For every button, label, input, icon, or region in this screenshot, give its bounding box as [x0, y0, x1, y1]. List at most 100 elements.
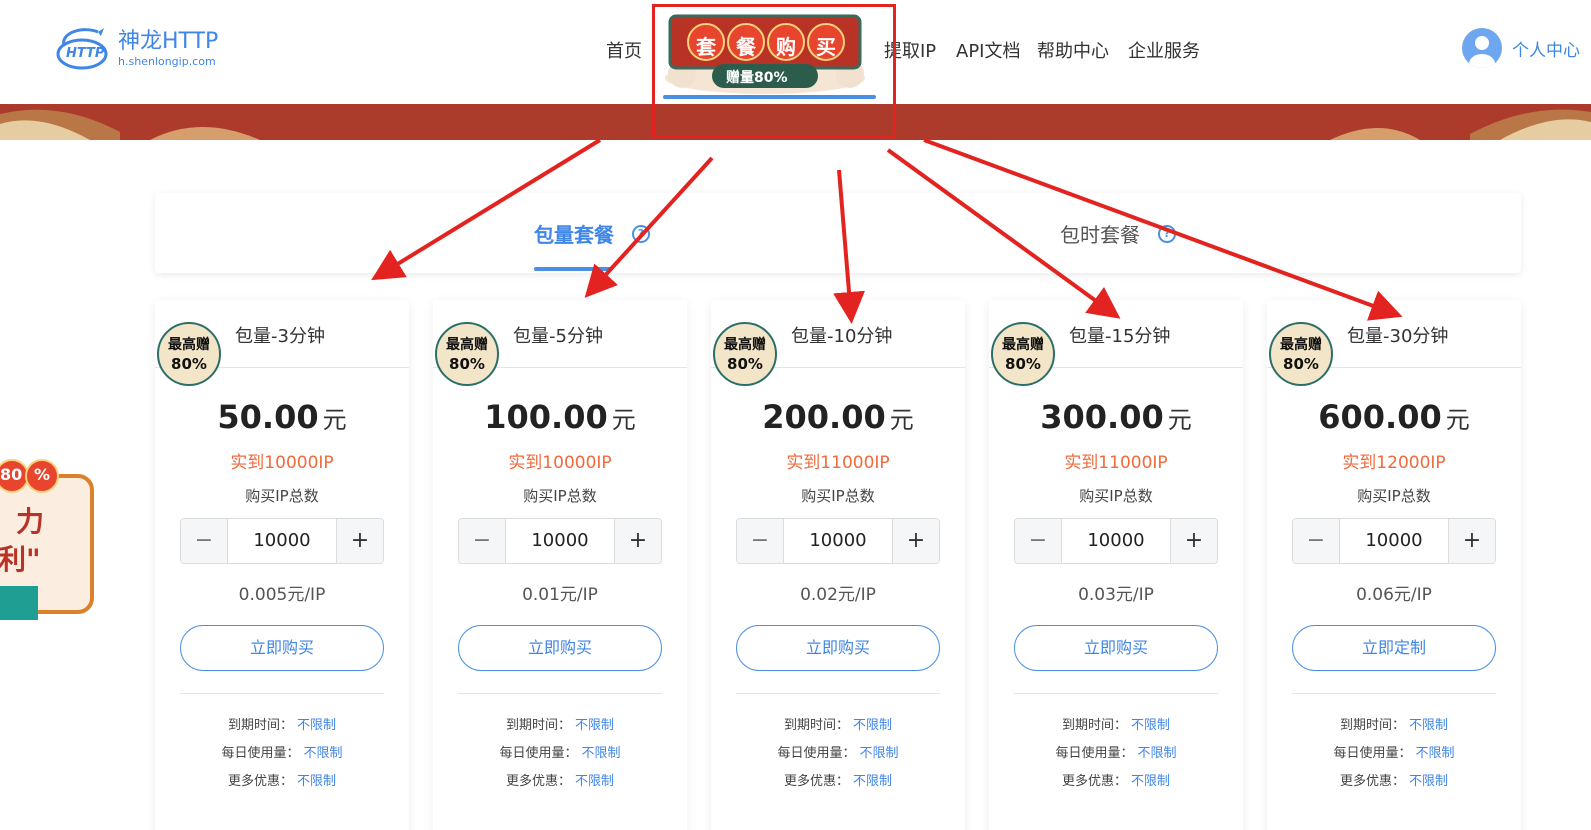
minus-icon[interactable]: −	[459, 519, 505, 563]
quantity-input[interactable]: 10000	[227, 519, 337, 563]
badge-line2: 80%	[449, 355, 485, 373]
info-daily-row: 每日使用量： 不限制	[155, 740, 409, 768]
package-card: 最高赠 80% 包量-15分钟 300.00 元 实到11000IP 购买IP总数…	[989, 300, 1243, 830]
card-price: 600.00 元	[1267, 398, 1521, 436]
tab-volume-package[interactable]: 包量套餐 ?	[534, 219, 650, 248]
user-center[interactable]: 个人中心	[1462, 28, 1580, 68]
ip-total-label: 购买IP总数	[245, 487, 319, 505]
price-amount: 600.00	[1318, 398, 1442, 436]
info-daily-value: 不限制	[1415, 746, 1455, 761]
quantity-stepper: − 10000 +	[458, 518, 662, 564]
quantity-input[interactable]: 10000	[1339, 519, 1449, 563]
buy-button[interactable]: 立即购买	[736, 625, 940, 671]
quantity-stepper: − 10000 +	[1292, 518, 1496, 564]
price-amount: 300.00	[1040, 398, 1164, 436]
tab-time-package[interactable]: 包时套餐 ?	[1060, 219, 1176, 248]
info-more-label: 更多优惠：	[505, 774, 571, 789]
card-header: 最高赠 80% 包量-15分钟	[989, 300, 1243, 386]
actual-ip-count: 实到10000IP	[508, 453, 612, 473]
price-unit: 元	[611, 406, 636, 434]
info-circle-icon[interactable]: ?	[1158, 224, 1176, 243]
plus-icon[interactable]: +	[337, 519, 383, 563]
page: HTTP 神龙HTTP h.shenlongip.com 首页 套 餐 购 买 …	[0, 0, 1591, 830]
plus-icon[interactable]: +	[1171, 519, 1217, 563]
buy-button[interactable]: 立即购买	[1014, 625, 1218, 671]
nav-item-help-center[interactable]: 帮助中心	[1037, 37, 1109, 63]
unit-price: 0.06元/IP	[1356, 585, 1432, 605]
quantity-input[interactable]: 10000	[783, 519, 893, 563]
logo-mark-text: HTTP	[66, 46, 105, 61]
minus-icon[interactable]: −	[181, 519, 227, 563]
bonus-badge: 最高赠 80%	[1269, 322, 1333, 386]
buy-button[interactable]: 立即购买	[458, 625, 662, 671]
info-more-row: 更多优惠： 不限制	[1267, 768, 1521, 796]
package-card: 最高赠 80% 包量-5分钟 100.00 元 实到10000IP 购买IP总数 …	[433, 300, 687, 830]
nav-item-enterprise[interactable]: 企业服务	[1128, 37, 1200, 63]
float-ad-line1: 力	[16, 505, 45, 538]
user-avatar-icon	[1462, 28, 1502, 68]
info-expire-value: 不限制	[1409, 718, 1449, 733]
card-price: 100.00 元	[433, 398, 687, 436]
card-info: 到期时间： 不限制 每日使用量： 不限制 更多优惠： 不限制	[433, 712, 687, 796]
info-more-value: 不限制	[297, 774, 337, 789]
info-more-row: 更多优惠： 不限制	[989, 768, 1243, 796]
buy-button[interactable]: 立即定制	[1292, 625, 1496, 671]
info-expire-row: 到期时间： 不限制	[711, 712, 965, 740]
float-ad-pct-sym: %	[34, 465, 51, 484]
floating-promo-ad[interactable]: 80 % 力 利"	[0, 458, 98, 623]
badge-line1: 最高赠	[1280, 337, 1322, 353]
info-daily-label: 每日使用量：	[499, 746, 578, 761]
price-unit: 元	[1445, 406, 1470, 434]
bonus-badge: 最高赠 80%	[713, 322, 777, 386]
user-center-label: 个人中心	[1512, 40, 1580, 61]
info-more-label: 更多优惠：	[783, 774, 849, 789]
package-tabs: 包量套餐 ? 包时套餐 ?	[155, 193, 1521, 273]
info-expire-label: 到期时间：	[227, 718, 293, 733]
card-divider	[1292, 693, 1496, 694]
float-ad-line2: 利"	[0, 543, 41, 576]
info-daily-label: 每日使用量：	[221, 746, 300, 761]
info-daily-row: 每日使用量： 不限制	[433, 740, 687, 768]
quantity-stepper: − 10000 +	[736, 518, 940, 564]
info-expire-label: 到期时间：	[783, 718, 849, 733]
logo[interactable]: HTTP 神龙HTTP h.shenlongip.com	[54, 24, 218, 74]
logo-mark-icon: HTTP	[54, 24, 110, 74]
badge-line1: 最高赠	[446, 337, 488, 353]
plus-icon[interactable]: +	[1449, 519, 1495, 563]
info-expire-value: 不限制	[297, 718, 337, 733]
info-circle-icon[interactable]: ?	[632, 224, 650, 243]
plus-icon[interactable]: +	[893, 519, 939, 563]
tab-time-label: 包时套餐	[1060, 223, 1140, 247]
badge-line2: 80%	[1283, 355, 1319, 373]
info-expire-label: 到期时间：	[1061, 718, 1127, 733]
info-more-row: 更多优惠： 不限制	[433, 768, 687, 796]
info-expire-row: 到期时间： 不限制	[433, 712, 687, 740]
card-info: 到期时间： 不限制 每日使用量： 不限制 更多优惠： 不限制	[1267, 712, 1521, 796]
quantity-input[interactable]: 10000	[505, 519, 615, 563]
plus-icon[interactable]: +	[615, 519, 661, 563]
card-title: 包量-3分钟	[235, 326, 325, 347]
annotation-highlight-box	[652, 4, 896, 138]
badge-line2: 80%	[1005, 355, 1041, 373]
card-price: 50.00 元	[155, 398, 409, 436]
bonus-badge: 最高赠 80%	[991, 322, 1055, 386]
card-divider	[1014, 693, 1218, 694]
minus-icon[interactable]: −	[737, 519, 783, 563]
minus-icon[interactable]: −	[1015, 519, 1061, 563]
minus-icon[interactable]: −	[1293, 519, 1339, 563]
info-more-label: 更多优惠：	[1061, 774, 1127, 789]
buy-button[interactable]: 立即购买	[180, 625, 384, 671]
info-daily-row: 每日使用量： 不限制	[1267, 740, 1521, 768]
info-more-row: 更多优惠： 不限制	[711, 768, 965, 796]
quantity-input[interactable]: 10000	[1061, 519, 1171, 563]
ip-total-label: 购买IP总数	[801, 487, 875, 505]
info-daily-row: 每日使用量： 不限制	[711, 740, 965, 768]
unit-price: 0.02元/IP	[800, 585, 876, 605]
info-daily-value: 不限制	[859, 746, 899, 761]
info-more-label: 更多优惠：	[227, 774, 293, 789]
badge-line2: 80%	[727, 355, 763, 373]
nav-item-home[interactable]: 首页	[606, 37, 642, 63]
info-more-value: 不限制	[575, 774, 615, 789]
card-header: 最高赠 80% 包量-30分钟	[1267, 300, 1521, 386]
nav-item-api-docs[interactable]: API文档	[956, 37, 1020, 63]
